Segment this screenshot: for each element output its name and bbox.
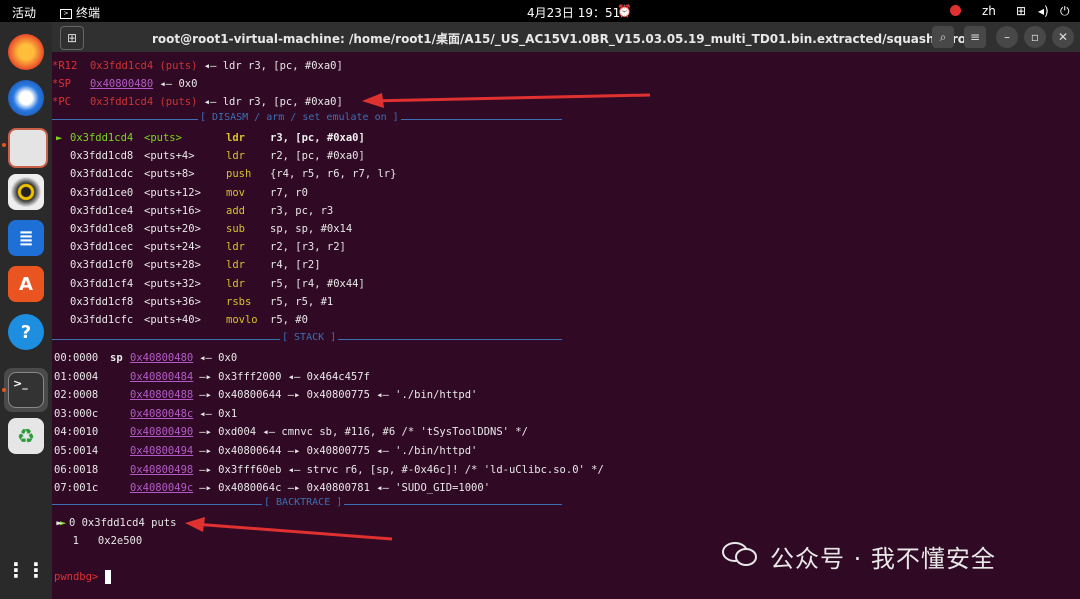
files-icon[interactable] xyxy=(8,128,48,168)
arrow-backtrace xyxy=(185,517,393,541)
language-indicator[interactable]: zh xyxy=(982,4,996,18)
clock[interactable]: 4月23日 19：51 xyxy=(527,4,620,21)
close-icon[interactable]: ✕ xyxy=(1052,26,1074,48)
help-icon[interactable]: ? xyxy=(8,314,44,350)
search-icon[interactable]: ⌕ xyxy=(932,26,954,48)
minimize-icon[interactable]: – xyxy=(996,26,1018,48)
firefox-icon[interactable] xyxy=(8,34,44,70)
software-center-icon[interactable]: A xyxy=(8,266,44,302)
menu-icon[interactable]: ≡ xyxy=(964,26,986,48)
terminal-icon[interactable]: >_ xyxy=(8,372,44,408)
maximize-icon[interactable]: ▫ xyxy=(1024,26,1046,48)
terminal-small-icon: > xyxy=(60,8,72,19)
activities-button[interactable]: 活动 xyxy=(12,4,36,21)
terminal-app-menu[interactable]: > 终端 xyxy=(60,4,100,21)
rhythmbox-icon[interactable] xyxy=(8,174,44,210)
arrow-pc xyxy=(362,93,651,108)
running-indicator xyxy=(2,388,6,392)
volume-icon[interactable]: ◂) xyxy=(1038,4,1049,18)
show-apps-icon[interactable]: ⋮⋮ xyxy=(6,552,46,588)
window-title: root@root1-virtual-machine: /home/root1/… xyxy=(151,32,981,46)
do-not-disturb-icon[interactable] xyxy=(950,5,961,16)
dock: ≣ A ? >_ ♻ ⋮⋮ xyxy=(0,22,52,599)
power-icon[interactable]: ⏻ xyxy=(1060,4,1070,19)
top-bar: 活动 > 终端 4月23日 19：51 ⏰ zh ⊞ ◂) ⏻ xyxy=(0,0,1080,22)
writer-icon[interactable]: ≣ xyxy=(8,220,44,256)
wechat-logo-icon xyxy=(722,542,757,566)
network-icon[interactable]: ⊞ xyxy=(1016,4,1026,18)
trash-icon[interactable]: ♻ xyxy=(8,418,44,454)
terminal-output[interactable]: *R12 0x3fdd1cd4 (puts) ◂— ldr r3, [pc, #… xyxy=(52,52,1080,599)
terminal-window-header[interactable]: ⊞ root@root1-virtual-machine: /home/root… xyxy=(52,22,1080,52)
annotation-arrows xyxy=(185,93,651,541)
alarm-icon: ⏰ xyxy=(617,4,632,18)
running-indicator xyxy=(2,143,6,147)
thunderbird-icon[interactable] xyxy=(8,80,44,116)
watermark: 公众号 · 我不懂安全 xyxy=(770,545,996,573)
